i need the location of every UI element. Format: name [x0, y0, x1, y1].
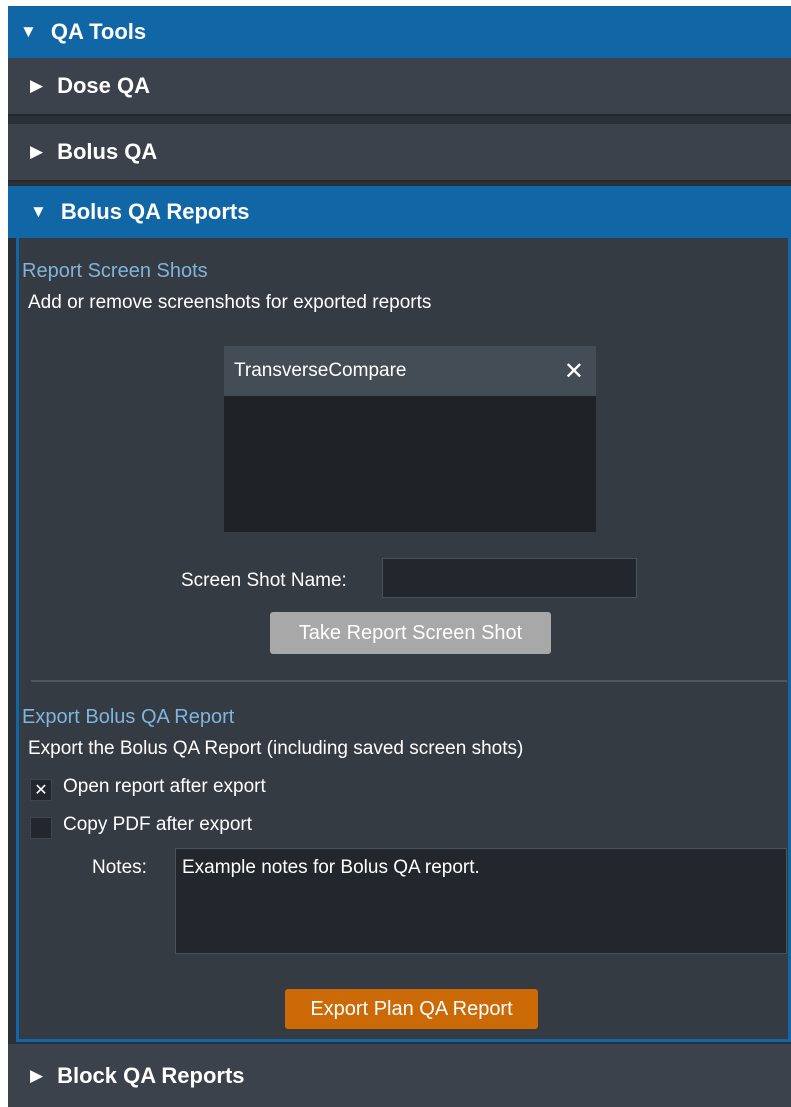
section-bolus-qa-label: Bolus QA: [57, 139, 158, 164]
screenshot-name-input[interactable]: [382, 558, 637, 598]
screenshot-item-name: TransverseCompare: [234, 360, 407, 381]
section-divider: [31, 680, 787, 682]
section-bolus-qa-reports-label: Bolus QA Reports: [60, 199, 250, 224]
section-block-qa-reports[interactable]: ▶ Block QA Reports: [8, 1044, 791, 1107]
open-report-checkbox[interactable]: ✕: [30, 779, 52, 801]
check-x-icon: ✕: [34, 782, 48, 799]
export-description: Export the Bolus QA Report (including sa…: [28, 738, 524, 759]
export-plan-qa-report-button[interactable]: Export Plan QA Report: [285, 989, 538, 1029]
copy-pdf-label: Copy PDF after export: [63, 814, 253, 835]
qa-tools-panel: ▼ QA Tools ▶ Dose QA ▶ Bolus QA ▼ Bolus …: [8, 6, 791, 1107]
report-screenshots-description: Add or remove screenshots for exported r…: [28, 292, 432, 313]
section-block-qa-reports-label: Block QA Reports: [57, 1062, 245, 1088]
screenshot-item[interactable]: TransverseCompare ✕: [224, 346, 596, 396]
section-dose-qa-label: Dose QA: [57, 73, 150, 98]
qa-tools-header[interactable]: ▼ QA Tools: [8, 6, 791, 58]
open-report-label: Open report after export: [63, 776, 266, 797]
triangle-down-icon: ▼: [20, 22, 37, 41]
screenshot-name-label: Screen Shot Name:: [181, 570, 347, 591]
qa-tools-label: QA Tools: [50, 19, 147, 44]
notes-label: Notes:: [92, 857, 147, 878]
section-bolus-qa[interactable]: ▶ Bolus QA: [8, 124, 791, 182]
bolus-qa-reports-body: Report Screen Shots Add or remove screen…: [16, 238, 791, 1042]
take-report-screenshot-button[interactable]: Take Report Screen Shot: [270, 612, 551, 654]
copy-pdf-checkbox[interactable]: [30, 817, 52, 839]
triangle-right-icon: ▶: [30, 142, 44, 161]
screenshot-list: TransverseCompare ✕: [224, 346, 596, 532]
close-icon[interactable]: ✕: [564, 357, 584, 386]
triangle-right-icon: ▶: [30, 1065, 44, 1085]
section-bolus-qa-reports[interactable]: ▼ Bolus QA Reports: [8, 186, 791, 238]
report-screenshots-title: Report Screen Shots: [22, 260, 208, 282]
triangle-right-icon: ▶: [30, 76, 44, 95]
export-title: Export Bolus QA Report: [22, 706, 235, 728]
triangle-down-icon: ▼: [30, 202, 47, 221]
notes-textarea[interactable]: Example notes for Bolus QA report.: [175, 848, 787, 954]
section-dose-qa[interactable]: ▶ Dose QA: [8, 58, 791, 116]
